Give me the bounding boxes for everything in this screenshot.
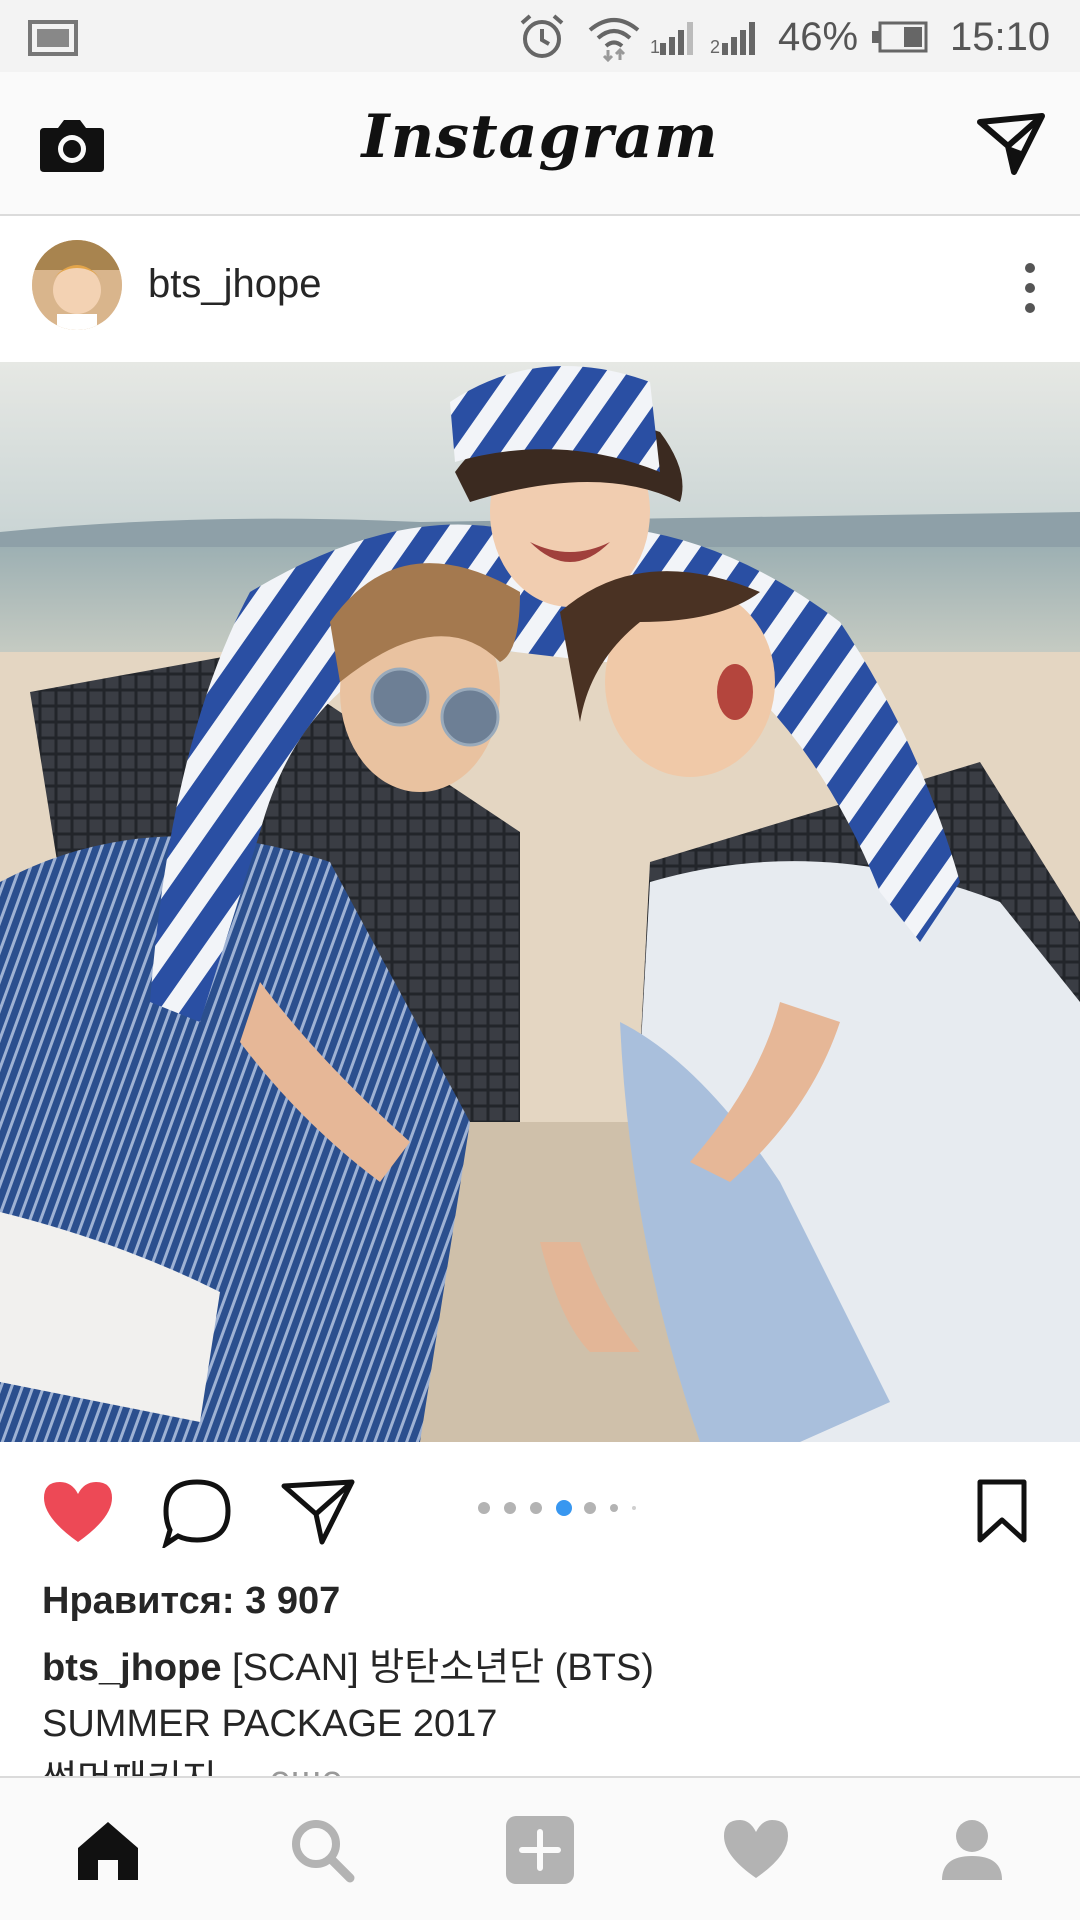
avatar[interactable]	[32, 240, 122, 330]
more-options-icon[interactable]	[1020, 258, 1040, 318]
profile-icon[interactable]	[936, 1814, 1008, 1886]
carousel-indicator	[478, 1500, 636, 1516]
post-photo[interactable]	[0, 362, 1080, 1442]
signal-1-icon: 1	[650, 12, 698, 62]
screenshot-icon	[28, 20, 78, 56]
like-heart-icon[interactable]	[40, 1478, 116, 1546]
status-bar: 1 2 46% 15:10	[0, 0, 1080, 72]
battery-icon	[870, 12, 928, 62]
likes-count[interactable]: Нравится: 3 907	[42, 1580, 340, 1623]
app-logo: Instagram	[361, 102, 719, 172]
share-icon[interactable]	[280, 1478, 356, 1546]
wifi-icon	[586, 12, 642, 62]
svg-text:1: 1	[650, 37, 660, 57]
post-actions	[0, 1442, 1080, 1572]
signal-2-icon: 2	[710, 12, 762, 62]
clock: 15:10	[950, 14, 1051, 59]
save-bookmark-icon[interactable]	[976, 1478, 1028, 1544]
more-link[interactable]: ... еще	[227, 1759, 342, 1776]
caption-line-2: SUMMER PACKAGE 2017	[42, 1703, 498, 1745]
caption-line-3: 썸머패키지	[42, 1759, 217, 1776]
battery-percent: 46%	[778, 14, 859, 59]
app-bar: Instagram	[0, 72, 1080, 216]
post-header: bts_jhope	[0, 218, 1080, 362]
home-icon[interactable]	[72, 1814, 144, 1886]
comment-icon[interactable]	[162, 1478, 232, 1548]
direct-message-icon[interactable]	[976, 112, 1046, 176]
post-username[interactable]: bts_jhope	[148, 262, 321, 307]
search-icon[interactable]	[286, 1814, 358, 1886]
caption-username[interactable]: bts_jhope	[42, 1647, 221, 1689]
bottom-navigation	[0, 1776, 1080, 1920]
post-caption: bts_jhope [SCAN] 방탄소년단 (BTS) SUMMER PACK…	[42, 1640, 1042, 1776]
caption-line-1: [SCAN] 방탄소년단 (BTS)	[221, 1647, 654, 1689]
alarm-icon	[516, 12, 568, 62]
add-post-icon[interactable]	[504, 1814, 576, 1886]
svg-text:2: 2	[710, 37, 720, 57]
activity-heart-icon[interactable]	[720, 1814, 792, 1886]
